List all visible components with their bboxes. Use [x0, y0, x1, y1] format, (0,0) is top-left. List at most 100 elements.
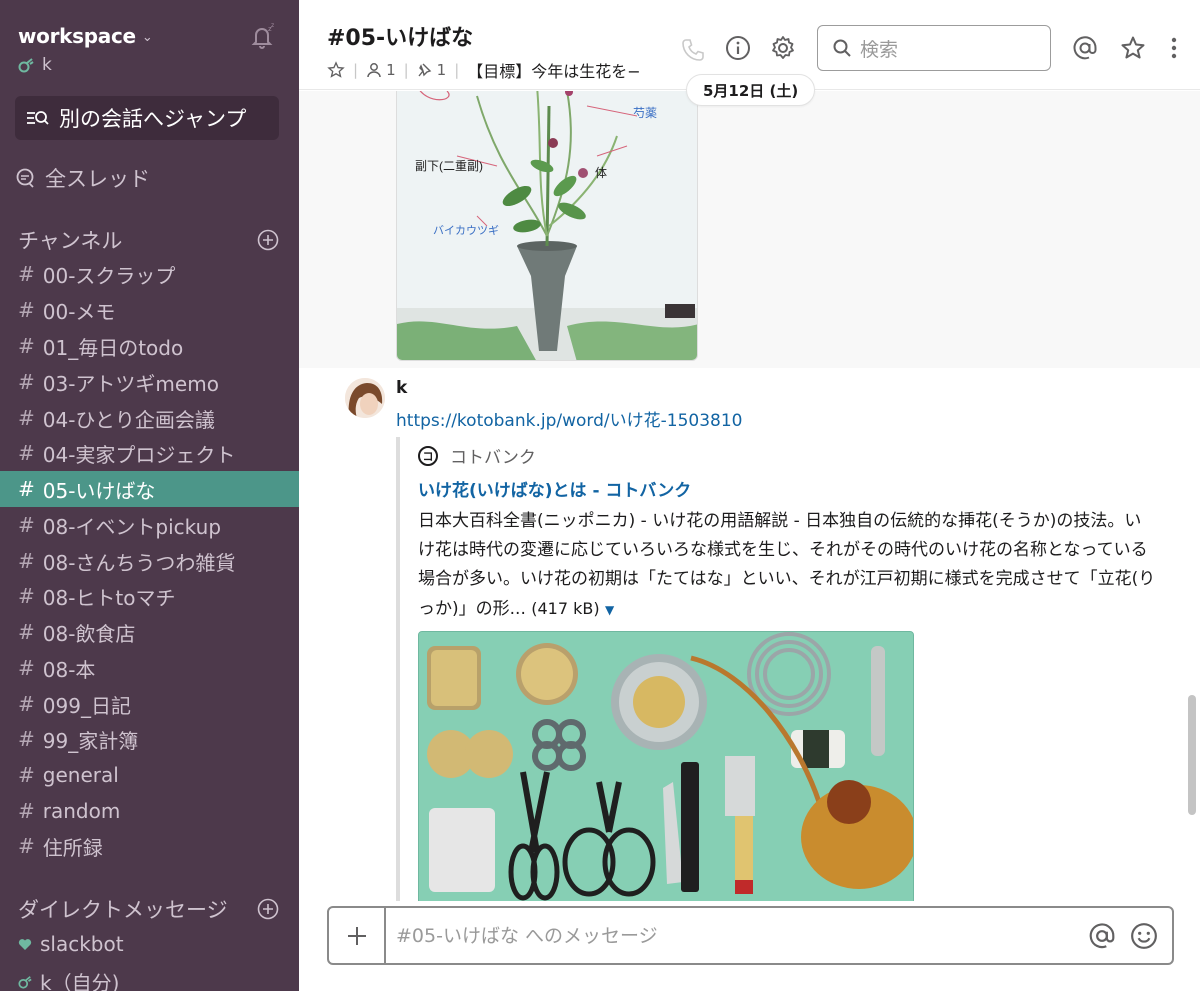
channel-meta: | 1 | 1 | 【目標】今年は生花を−: [327, 58, 641, 82]
hash-icon: #: [18, 656, 35, 680]
sidebar-channel-08-event[interactable]: #08-イベントpickup: [0, 507, 299, 543]
channel-header: #05-いけばな | 1 | 1 | 【目標】今年は生花を− 検索 5月12日 …: [299, 0, 1200, 106]
search-box[interactable]: 検索: [817, 25, 1051, 71]
sidebar-channel-03-atotsugi[interactable]: #03-アトツギmemo: [0, 364, 299, 400]
member-count[interactable]: 1: [386, 61, 396, 79]
sidebar-channel-08-hito[interactable]: #08-ヒトtoマチ: [0, 578, 299, 614]
sidebar-channel-general[interactable]: # general: [0, 757, 299, 793]
channel-title[interactable]: #05-いけばな: [327, 20, 473, 52]
current-user[interactable]: k: [18, 55, 52, 75]
status-away-icon: [18, 58, 34, 73]
message-composer: [299, 901, 1200, 991]
label-soeshita: 副下(二重副): [415, 159, 483, 173]
hash-icon: #: [18, 763, 35, 787]
channel-label: 08-本: [42, 657, 96, 682]
message-list[interactable]: 芍薬 副下(二重副) 体 バイカウツギ k https://kotobank.j…: [299, 91, 1200, 901]
sidebar-channel-jushoroku[interactable]: # 住所録: [0, 828, 299, 864]
info-icon[interactable]: [725, 35, 751, 61]
hash-icon: #: [18, 834, 35, 858]
star-outline-icon[interactable]: [327, 61, 345, 79]
composer-box: [327, 906, 1174, 965]
link-preview-service: コ コトバンク: [418, 443, 1156, 468]
message-link[interactable]: https://kotobank.jp/word/いけ花-1503810: [396, 406, 742, 431]
threads-icon: [16, 168, 34, 188]
add-dm-icon[interactable]: [257, 898, 279, 920]
notification-bell-icon[interactable]: z z: [248, 22, 276, 50]
user-name: k: [42, 55, 52, 75]
channel-topic[interactable]: 【目標】今年は生花を−: [467, 58, 640, 82]
sidebar-dm-slackbot[interactable]: slackbot: [18, 932, 124, 956]
hash-icon: #: [18, 692, 35, 716]
avatar-portrait: [345, 378, 385, 418]
channel-label: 00-スクラップ: [42, 263, 176, 288]
hash-icon: #: [18, 262, 35, 286]
gear-icon[interactable]: [770, 35, 796, 61]
description-text: 日本大百科全書(ニッポニカ) - いけ花の用語解説 - 日本独自の伝統的な挿花(…: [418, 511, 1156, 619]
hash-icon: #: [18, 406, 35, 430]
sidebar-channel-04-kikaku[interactable]: #04-ひとり企画会議: [0, 400, 299, 436]
threads-label: 全スレッド: [45, 167, 150, 191]
kotobank-icon: コ: [418, 445, 438, 466]
channel-label: general: [42, 763, 119, 787]
label-tai: 体: [595, 166, 608, 180]
emoji-icon[interactable]: [1130, 922, 1158, 950]
hash-icon: #: [18, 584, 35, 608]
channel-label: 01_毎日のtodo: [42, 335, 184, 360]
mentions-icon[interactable]: [1072, 35, 1098, 61]
channel-label: 05-いけばな: [42, 478, 156, 503]
sidebar-channel-04-jikka[interactable]: #04-実家プロジェクト: [0, 435, 299, 471]
star-icon[interactable]: [1120, 35, 1146, 61]
mention-icon[interactable]: [1088, 922, 1116, 950]
message-scrollbar[interactable]: [1188, 695, 1196, 815]
attach-button[interactable]: [329, 908, 386, 963]
jump-to-conversation-button[interactable]: 別の会話へジャンプ: [15, 96, 279, 140]
attachment-size: (417 kB): [531, 599, 600, 618]
more-options-icon[interactable]: [1161, 35, 1187, 61]
sidebar-channel-099-nikki[interactable]: #099_日記: [0, 686, 299, 722]
dm-label: k（自分): [40, 971, 120, 991]
tools-illustration: [419, 632, 913, 901]
link-preview-title[interactable]: いけ花(いけばな)とは - コトバンク: [418, 476, 1156, 501]
date-divider[interactable]: 5月12日 (土): [686, 74, 816, 106]
hash-icon: #: [18, 799, 35, 823]
channel-label: 04-ひとり企画会議: [42, 407, 215, 432]
message-input[interactable]: [386, 908, 1088, 963]
message-author[interactable]: k: [396, 378, 407, 398]
sidebar-channel-99-kakeibo[interactable]: #99_家計簿: [0, 721, 299, 757]
caret-down-icon[interactable]: ▼: [605, 603, 614, 617]
sidebar-dm-self[interactable]: k（自分): [18, 967, 119, 991]
dm-header[interactable]: ダイレクトメッセージ: [18, 894, 228, 924]
channel-label: 04-実家プロジェクト: [42, 442, 236, 467]
plus-icon: [347, 926, 366, 945]
phone-icon[interactable]: [680, 37, 706, 63]
channels-header[interactable]: チャンネル: [18, 225, 122, 255]
channel-label: 03-アトツギmemo: [42, 371, 219, 396]
channel-label: 99_家計簿: [42, 728, 139, 753]
all-threads-item[interactable]: 全スレッド: [15, 163, 150, 193]
hash-icon: #: [18, 620, 35, 644]
workspace-name: workspace: [18, 24, 136, 48]
previous-message: 芍薬 副下(二重副) 体 バイカウツギ: [299, 91, 1200, 368]
sidebar-channel-05-ikebana[interactable]: #05-いけばな: [0, 471, 299, 507]
sidebar-channel-08-hon[interactable]: #08-本: [0, 650, 299, 686]
label-shakuyaku: 芍薬: [633, 106, 658, 120]
sidebar-channel-08-inshoku[interactable]: #08-飲食店: [0, 614, 299, 650]
status-away-icon: [18, 975, 32, 989]
sidebar-channel-00-scrap[interactable]: #00-スクラップ: [0, 256, 299, 292]
sidebar-channel-random[interactable]: # random: [0, 793, 299, 829]
workspace-switcher[interactable]: workspace ⌄: [18, 24, 153, 48]
ikebana-tools-image[interactable]: [418, 631, 914, 901]
add-channel-icon[interactable]: [257, 229, 279, 251]
pin-count[interactable]: 1: [437, 61, 447, 79]
hash-icon: #: [18, 727, 35, 751]
channel-label: 00-メモ: [42, 299, 116, 324]
sidebar-channel-01-todo[interactable]: #01_毎日のtodo: [0, 328, 299, 364]
hash-icon: #: [18, 477, 35, 501]
sidebar-channel-08-sanchi[interactable]: #08-さんちうつわ雑貨: [0, 543, 299, 579]
sidebar-channel-00-memo[interactable]: #00-メモ: [0, 292, 299, 328]
avatar[interactable]: [345, 378, 385, 418]
ikebana-image[interactable]: 芍薬 副下(二重副) 体 バイカウツギ: [396, 91, 698, 361]
pin-icon: [418, 63, 431, 77]
channel-label: 08-ヒトtoマチ: [42, 585, 176, 610]
hash-icon: #: [18, 370, 35, 394]
